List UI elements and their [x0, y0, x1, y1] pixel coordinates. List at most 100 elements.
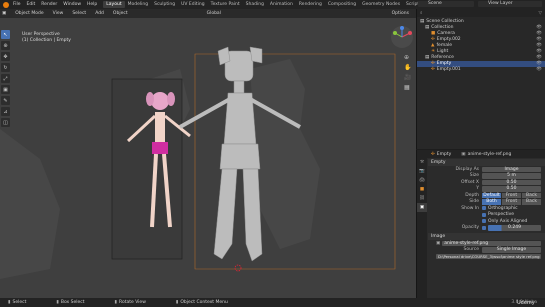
options-button[interactable]: Options — [389, 10, 411, 17]
transform-tool-icon[interactable]: ▣ — [1, 85, 10, 94]
offset-y-row: Y 0.50 — [428, 186, 545, 193]
measure-tool-icon[interactable]: ⊿ — [1, 107, 10, 116]
outliner-item-empty-001[interactable]: ✣ Empty.001 👁 — [417, 67, 545, 73]
editor-type-icon[interactable]: ▣ — [0, 10, 9, 17]
image-name-field[interactable]: anime-style-ref.png — [442, 240, 541, 246]
orthographic-checkbox[interactable] — [482, 206, 486, 211]
tab-compositing[interactable]: Compositing — [325, 1, 359, 8]
tab-geometry-nodes[interactable]: Geometry Nodes — [359, 1, 403, 8]
perspective-checkbox[interactable] — [482, 212, 486, 217]
viewport-nav-buttons: ⊕ ✋ 🎥 ▦ — [404, 53, 413, 93]
status-select: Select — [12, 300, 27, 305]
tab-sculpting[interactable]: Sculpting — [151, 1, 178, 8]
menu-window[interactable]: Window — [63, 2, 81, 7]
menu-help[interactable]: Help — [87, 2, 97, 7]
navigation-gizmo[interactable] — [390, 25, 414, 49]
depth-default-button[interactable]: Default — [482, 192, 501, 198]
image-icon: ▣ — [436, 240, 441, 246]
annotate-tool-icon[interactable]: ✎ — [1, 96, 10, 105]
side-both-button[interactable]: Both — [482, 199, 501, 205]
section-empty[interactable]: Empty — [428, 159, 545, 166]
property-tabs: ⚒ 📷 🖨 ■ ⛓ ▣ — [417, 158, 427, 298]
add-cube-tool-icon[interactable]: ◫ — [1, 118, 10, 127]
tab-shading[interactable]: Shading — [243, 1, 267, 8]
size-row: Size 5 m — [428, 173, 545, 180]
menu-render[interactable]: Render — [41, 2, 57, 7]
output-properties-icon[interactable]: 🖨 — [417, 176, 427, 185]
tab-rendering[interactable]: Rendering — [296, 1, 325, 8]
object-data-properties-icon[interactable]: ▣ — [417, 203, 427, 212]
tab-texture-paint[interactable]: Texture Paint — [208, 1, 243, 8]
side-row: Side Both Front Back — [428, 199, 545, 206]
reference-image-plane[interactable] — [111, 78, 183, 260]
viewport-scene — [0, 46, 396, 279]
menu-edit[interactable]: Edit — [27, 2, 36, 7]
tab-animation[interactable]: Animation — [267, 1, 296, 8]
active-object-info: (1) Collection | Empty — [22, 38, 71, 43]
data-name: anime-style-ref.png — [467, 151, 512, 157]
opacity-checkbox[interactable] — [482, 225, 486, 230]
tool-shelf: ↖ ⊕ ✥ ↻ ⤢ ▣ ✎ ⊿ ◫ — [1, 30, 11, 129]
transform-orientation[interactable]: Global — [204, 10, 223, 17]
scale-tool-icon[interactable]: ⤢ — [1, 74, 10, 83]
image-data-icon: ▣ — [461, 151, 466, 157]
menu-add[interactable]: Add — [93, 11, 106, 17]
cursor-tool-icon[interactable]: ⊕ — [1, 41, 10, 50]
axis-aligned-checkbox[interactable] — [482, 219, 486, 224]
display-as-dropdown[interactable]: Image — [482, 166, 541, 172]
tab-uv-editing[interactable]: UV Editing — [178, 1, 207, 8]
outliner-search-icon[interactable]: ⌕ — [420, 10, 423, 16]
depth-back-button[interactable]: Back — [522, 192, 541, 198]
mouse-middle-icon: ▮ — [114, 300, 118, 305]
outliner-tree: ▤ Scene Collection ▤ Collection 👁 ■ Camera 👁 … — [417, 17, 545, 73]
zoom-icon[interactable]: ⊕ — [404, 53, 413, 63]
view-layer-selector[interactable]: View Layer — [478, 1, 542, 7]
move-tool-icon[interactable]: ✥ — [1, 52, 10, 61]
visibility-eye-icon[interactable]: 👁 — [536, 67, 542, 73]
rotate-tool-icon[interactable]: ↻ — [1, 63, 10, 72]
camera-view-icon[interactable]: 🎥 — [404, 73, 413, 83]
offset-x-row: Offset X 0.50 — [428, 179, 545, 186]
status-box-select: Box Select — [60, 300, 85, 305]
viewport-header: ▣ Object Mode View Select Add Object Glo… — [0, 9, 416, 18]
size-field[interactable]: 5 m — [482, 173, 541, 179]
select-tool-icon[interactable]: ↖ — [1, 30, 10, 39]
status-context-menu: Object Context Menu — [180, 300, 228, 305]
offset-y-field[interactable]: 0.50 — [482, 186, 541, 192]
blender-logo-icon[interactable] — [3, 1, 9, 8]
tab-modeling[interactable]: Modeling — [125, 1, 151, 8]
outliner-panel: ⌕ ▽ ▤ Scene Collection ▤ Collection 👁 ■ Came… — [416, 9, 545, 149]
display-as-row: Display As Image — [428, 166, 545, 173]
tab-layout[interactable]: Layout — [103, 1, 125, 8]
top-menu-bar: File Edit Render Window Help Layout Mode… — [0, 0, 545, 9]
section-image[interactable]: Image — [428, 233, 545, 240]
menu-select[interactable]: Select — [70, 11, 88, 17]
pan-hand-icon[interactable]: ✋ — [404, 63, 413, 73]
filter-icon[interactable]: ▽ — [539, 11, 542, 16]
menu-view[interactable]: View — [51, 11, 66, 17]
properties-header: ✣ Empty ▣ anime-style-ref.png — [417, 150, 545, 158]
render-properties-icon[interactable]: 📷 — [417, 167, 427, 176]
depth-row: Depth Default Front Back — [428, 192, 545, 199]
properties-content: Empty Display As Image Size 5 m Offset X… — [428, 159, 545, 260]
offset-x-field[interactable]: 0.50 — [482, 179, 541, 185]
grid-icon[interactable]: ▦ — [404, 83, 413, 93]
menu-file[interactable]: File — [13, 2, 21, 7]
scene-selector[interactable]: Scene — [418, 1, 474, 7]
side-back-button[interactable]: Back — [522, 199, 541, 205]
3d-cursor[interactable] — [234, 264, 242, 272]
viewport-info: User Perspective (1) Collection | Empty — [22, 32, 71, 44]
outliner-header: ⌕ ▽ — [417, 9, 545, 17]
3d-viewport[interactable] — [0, 9, 416, 298]
mouse-left-icon: ▮ — [8, 300, 11, 305]
menu-object[interactable]: Object — [111, 11, 130, 17]
side-front-button[interactable]: Front — [502, 199, 521, 205]
depth-front-button[interactable]: Front — [502, 192, 521, 198]
constraints-properties-icon[interactable]: ⛓ — [417, 194, 427, 203]
filepath-field[interactable]: D:\Personal drive\COURSE_3\wsol\anime st… — [436, 253, 541, 259]
opacity-slider[interactable]: 0.249 — [488, 225, 541, 231]
source-dropdown[interactable]: Single Image — [482, 247, 541, 253]
mode-selector[interactable]: Object Mode — [13, 10, 46, 17]
tool-properties-icon[interactable]: ⚒ — [417, 158, 427, 167]
object-properties-icon[interactable]: ■ — [417, 185, 427, 194]
